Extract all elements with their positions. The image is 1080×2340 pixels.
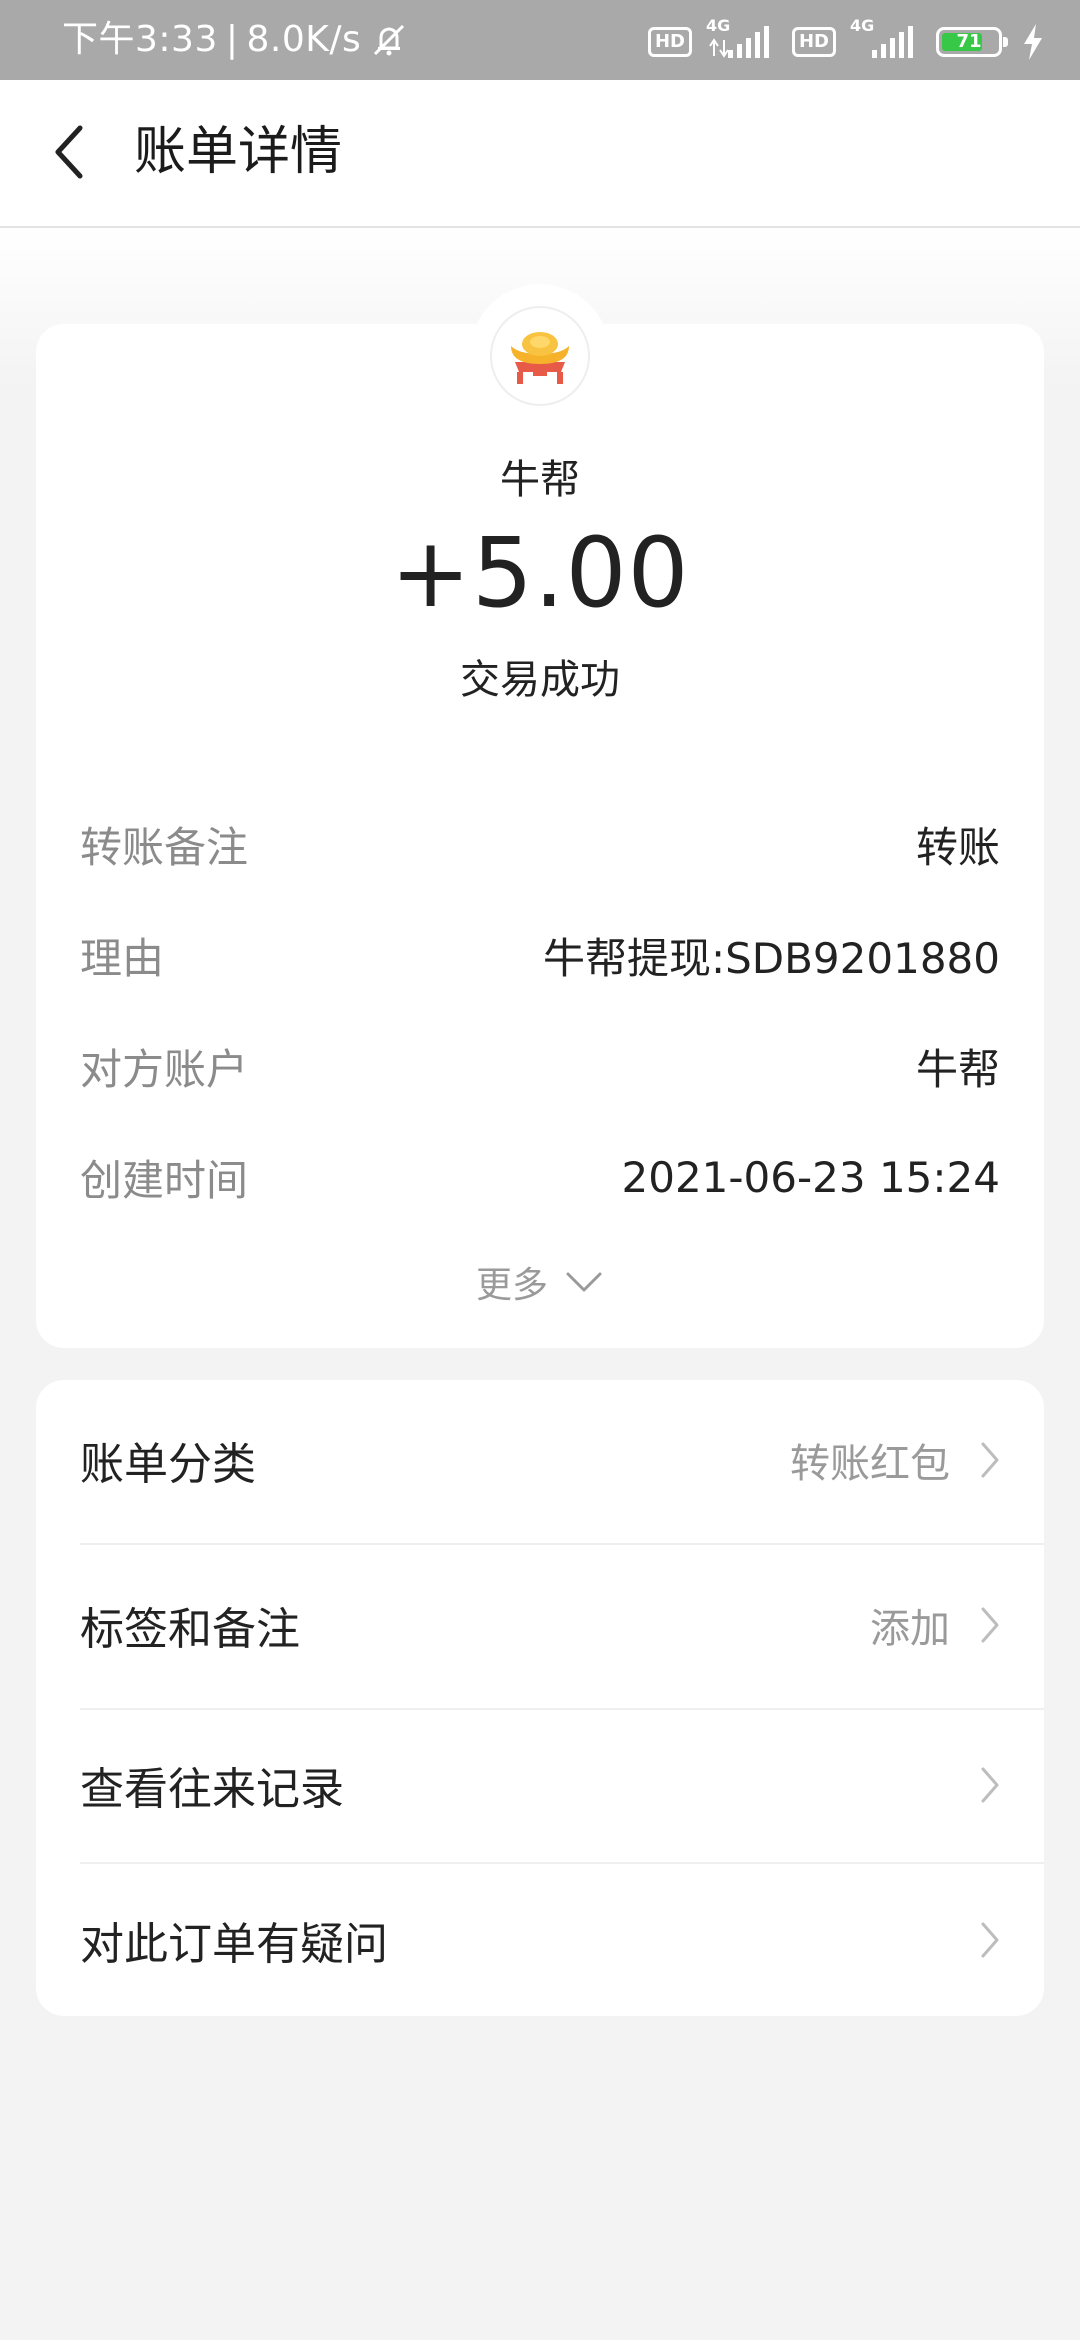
menu-label: 账单分类 xyxy=(80,1439,256,1490)
transaction-amount: +5.00 xyxy=(390,517,690,629)
status-left: 下午3:33 | 8.0K/s xyxy=(62,18,409,62)
chevron-right-icon xyxy=(980,1766,1000,1804)
signal-icon-2: 4G xyxy=(850,16,922,62)
menu-label: 查看往来记录 xyxy=(80,1764,344,1815)
avatar xyxy=(490,306,590,406)
battery-level: 71 xyxy=(956,31,982,52)
detail-key: 创建时间 xyxy=(80,1155,249,1205)
status-right: HD 4G HD 4G 71 xyxy=(647,16,1044,64)
transaction-status: 交易成功 xyxy=(460,657,620,703)
status-separator: | xyxy=(225,19,239,60)
detail-key: 转账备注 xyxy=(80,822,249,872)
chevron-right-icon xyxy=(980,1441,1000,1479)
detail-row-created-time: 创建时间 2021-06-23 15:24 xyxy=(80,1147,1000,1207)
menu-row-history[interactable]: 查看往来记录 xyxy=(36,1710,1044,1860)
status-bar: 下午3:33 | 8.0K/s HD 4G HD 4G 71 xyxy=(0,0,1080,80)
more-label: 更多 xyxy=(475,1265,548,1306)
page-title: 账单详情 xyxy=(134,122,343,182)
detail-value: 牛帮提现:SDB9201880 xyxy=(542,933,1000,983)
menu-row-question[interactable]: 对此订单有疑问 xyxy=(36,1864,1044,2016)
detail-value: 转账 xyxy=(915,822,1000,872)
menu-label: 标签和备注 xyxy=(80,1604,300,1655)
chevron-right-icon xyxy=(980,1606,1000,1644)
detail-key: 理由 xyxy=(80,933,165,983)
chevron-right-icon xyxy=(980,1921,1000,1959)
detail-value: 2021-06-23 15:24 xyxy=(621,1152,1000,1202)
detail-row-reason: 理由 牛帮提现:SDB9201880 xyxy=(80,925,1000,985)
menu-row-category[interactable]: 账单分类 转账红包 xyxy=(36,1380,1044,1540)
chevron-left-icon xyxy=(48,122,88,182)
mute-icon xyxy=(369,20,409,60)
back-button[interactable] xyxy=(38,122,98,182)
chevron-down-icon xyxy=(564,1270,604,1294)
payee-name: 牛帮 xyxy=(500,457,580,503)
hd-badge-1: HD xyxy=(647,27,692,57)
gold-ingot-icon xyxy=(505,324,575,388)
charging-icon xyxy=(1022,24,1044,60)
detail-row-remark: 转账备注 转账 xyxy=(80,814,1000,874)
menu-label: 对此订单有疑问 xyxy=(80,1919,388,1970)
detail-row-counterparty: 对方账户 牛帮 xyxy=(80,1036,1000,1096)
battery-icon: 71 xyxy=(936,27,1008,57)
status-time: 下午3:33 xyxy=(62,19,218,60)
app-header: 账单详情 xyxy=(0,80,1080,228)
menu-value: 添加 xyxy=(870,1606,950,1652)
menu-row-tags[interactable]: 标签和备注 添加 xyxy=(36,1545,1044,1705)
status-net-speed: 8.0K/s xyxy=(246,19,362,60)
detail-value: 牛帮 xyxy=(915,1044,1000,1094)
menu-value: 转账红包 xyxy=(790,1441,950,1487)
signal-icon-1: 4G xyxy=(706,16,778,62)
detail-key: 对方账户 xyxy=(80,1044,249,1094)
hd-badge-2: HD xyxy=(791,27,836,57)
more-button[interactable]: 更多 xyxy=(0,1256,1080,1308)
